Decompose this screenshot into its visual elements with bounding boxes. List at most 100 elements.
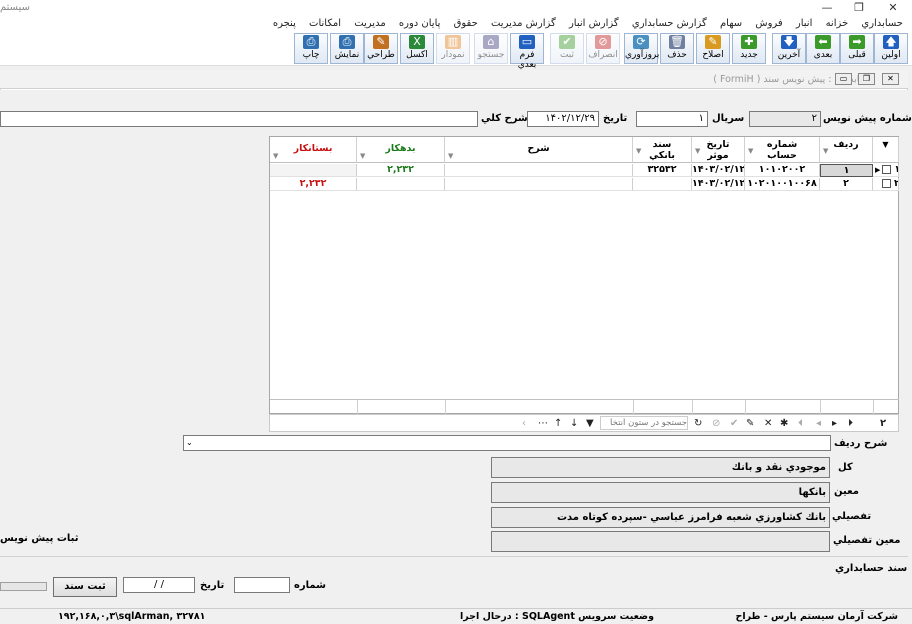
grid-filter-header[interactable]: ▼ bbox=[873, 137, 899, 163]
voucher-date-field[interactable]: / / bbox=[123, 577, 195, 593]
nav-insert-icon[interactable]: ✱ bbox=[780, 417, 788, 430]
draft-record-label: ثبات پیش نویس bbox=[0, 533, 79, 544]
cell-debit[interactable] bbox=[357, 178, 445, 191]
cell-date[interactable]: ۱۴۰۳/۰۲/۱۲ bbox=[692, 164, 745, 177]
cancel-button[interactable]: ⊘ انصراف bbox=[586, 33, 620, 64]
cell-row[interactable]: ۲ bbox=[820, 178, 873, 191]
next-button[interactable]: ⬅ بعدی bbox=[806, 33, 840, 64]
save-button[interactable]: ✔ ثبت bbox=[550, 33, 584, 64]
grid-header-bank-doc[interactable]: سند بانكي ▼ bbox=[633, 137, 692, 163]
grid-search-input[interactable] bbox=[600, 416, 688, 430]
cancel-icon: ⊘ bbox=[595, 35, 611, 49]
more-icon[interactable]: ⋯ bbox=[538, 417, 548, 430]
menu-item-shares[interactable]: سهام bbox=[715, 16, 747, 31]
post-voucher-button[interactable]: ثبت سند bbox=[53, 577, 117, 597]
filter-icon[interactable]: ▼ bbox=[586, 417, 594, 430]
menu-item-payroll[interactable]: حقوق bbox=[449, 16, 483, 31]
cell-account[interactable]: ۱۰۱۰۲۰۰۲ bbox=[745, 164, 820, 177]
row-selector[interactable]: ▶۱ bbox=[873, 164, 899, 177]
toolbar-label: طراحي bbox=[367, 50, 395, 60]
date-field[interactable]: ۱۴۰۲/۱۲/۲۹ bbox=[527, 111, 599, 127]
nav-first-icon[interactable]: ⏵ bbox=[848, 417, 853, 430]
nav-delete-icon[interactable]: ✕ bbox=[764, 417, 772, 430]
cell-bank-doc[interactable] bbox=[633, 178, 692, 191]
child-close-icon[interactable]: ✕ bbox=[882, 73, 899, 85]
chart-icon: ▥ bbox=[445, 35, 461, 49]
cell-credit[interactable] bbox=[270, 164, 357, 177]
menu-item-warehouse[interactable]: انبار bbox=[791, 16, 817, 31]
scroll-left-icon[interactable]: ‹ bbox=[522, 417, 526, 430]
grid-header-debit[interactable]: بدهكار ▼ bbox=[357, 137, 445, 163]
menu-item-accounting[interactable]: حسابداري bbox=[856, 16, 908, 31]
menu-item-management[interactable]: مديريت bbox=[349, 16, 391, 31]
row-checkbox[interactable] bbox=[882, 179, 891, 188]
menu-item-period-end[interactable]: پایان دوره bbox=[394, 16, 446, 31]
serial-field[interactable]: ۱ bbox=[636, 111, 708, 127]
chevron-down-icon[interactable]: ⌄ bbox=[186, 436, 193, 450]
close-icon[interactable]: ✕ bbox=[884, 1, 902, 15]
grid-header-label: سند بانكي bbox=[649, 139, 675, 161]
excel-button[interactable]: X اكسل bbox=[400, 33, 434, 64]
grid-header-label: تاريخ موثر bbox=[706, 139, 730, 161]
grid-header-label: رديف bbox=[833, 139, 859, 150]
sort-down-icon[interactable]: ↓ bbox=[570, 417, 578, 430]
nav-refresh-icon[interactable]: ↻ bbox=[694, 417, 702, 430]
menu-item-sales[interactable]: فروش bbox=[750, 16, 787, 31]
menu-item-tools[interactable]: امكانات bbox=[304, 16, 346, 31]
cell-description[interactable] bbox=[445, 164, 633, 177]
menu-item-accounting-report[interactable]: گزارش حسابداري bbox=[627, 16, 712, 31]
child-title-bar: حسابداري : پیش نویس سند ( FormiH ) ▭ ❐ ✕ bbox=[0, 70, 908, 89]
nav-edit-icon[interactable]: ✎ bbox=[746, 417, 754, 430]
previous-button[interactable]: ➡ قبلی bbox=[840, 33, 874, 64]
cell-account[interactable]: ۱۰۲۰۱۰۰۱۰۰۶۸ bbox=[745, 178, 820, 191]
minimize-icon[interactable]: — bbox=[818, 1, 836, 15]
restore-icon[interactable]: ❐ bbox=[850, 1, 868, 15]
row-description-field[interactable]: ⌄ bbox=[183, 435, 831, 451]
draft-number-field[interactable]: ۲ bbox=[749, 111, 821, 127]
grid-header-description[interactable]: شرح ▼ bbox=[445, 137, 633, 163]
menu-item-window[interactable]: پنجره bbox=[268, 16, 301, 31]
child-minimize-icon[interactable]: ▭ bbox=[835, 73, 852, 85]
description-field[interactable] bbox=[0, 111, 478, 127]
menu-item-treasury[interactable]: خزانه bbox=[821, 16, 854, 31]
new-icon: ✚ bbox=[741, 35, 757, 49]
next-form-button[interactable]: ▭ فرم بعدي bbox=[510, 33, 544, 70]
menu-item-management-report[interactable]: گزارش مديريت bbox=[486, 16, 561, 31]
first-button[interactable]: 🡅 اولین bbox=[874, 33, 908, 64]
menu-item-warehouse-report[interactable]: گزارش انبار bbox=[564, 16, 624, 31]
nav-next-icon[interactable]: ◂ bbox=[816, 417, 821, 430]
toolbar-label: آخرین bbox=[777, 50, 801, 60]
refresh-button[interactable]: ⟳ بروزآوري bbox=[624, 33, 659, 64]
nav-last-icon[interactable]: ⏴ bbox=[798, 417, 803, 430]
toolbar-label: اولین bbox=[881, 50, 901, 60]
nav-post-icon[interactable]: ✔ bbox=[730, 417, 738, 430]
search-button[interactable]: ⌂ جستجو bbox=[474, 33, 508, 64]
chart-button[interactable]: ▥ نمودار bbox=[436, 33, 470, 64]
cell-bank-doc[interactable]: ۳۲۵۳۲ bbox=[633, 164, 692, 177]
voucher-number-field[interactable] bbox=[234, 577, 290, 593]
cell-credit[interactable]: ۲,۲۳۲ bbox=[270, 178, 357, 191]
last-button[interactable]: 🡇 آخرین bbox=[772, 33, 806, 64]
cell-debit[interactable]: ۲,۲۳۲ bbox=[357, 164, 445, 177]
design-button[interactable]: ✎ طراحي bbox=[364, 33, 398, 64]
cell-row[interactable]: ۱ bbox=[820, 164, 873, 177]
child-restore-icon[interactable]: ❐ bbox=[858, 73, 875, 85]
kol-field: موجودي نقد و بانك bbox=[491, 457, 830, 478]
grid-header-account[interactable]: شماره حساب ▼ bbox=[745, 137, 820, 163]
print-button[interactable]: ⎙ چاپ bbox=[294, 33, 328, 64]
cell-description[interactable] bbox=[445, 178, 633, 191]
nav-cancel-icon[interactable]: ⊘ bbox=[712, 417, 720, 430]
edit-button[interactable]: ✎ اصلاح bbox=[696, 33, 730, 64]
delete-button[interactable]: 🗑 حذف bbox=[660, 33, 694, 64]
preview-button[interactable]: ⎙ نمايش bbox=[330, 33, 364, 64]
new-button[interactable]: ✚ جدید bbox=[732, 33, 766, 64]
cell-date[interactable]: ۱۴۰۳/۰۲/۱۲ bbox=[692, 178, 745, 191]
row-checkbox[interactable] bbox=[882, 165, 892, 174]
row-number: ۱ bbox=[894, 164, 898, 175]
sort-up-icon[interactable]: ↑ bbox=[554, 417, 562, 430]
grid-header-credit[interactable]: بستانكار ▼ bbox=[270, 137, 357, 163]
grid-header-row[interactable]: رديف ▼ bbox=[820, 137, 873, 163]
nav-prev-icon[interactable]: ▸ bbox=[832, 417, 837, 430]
grid-header-date[interactable]: تاريخ موثر ▼ bbox=[692, 137, 745, 163]
row-selector[interactable]: ۲ bbox=[873, 178, 899, 191]
